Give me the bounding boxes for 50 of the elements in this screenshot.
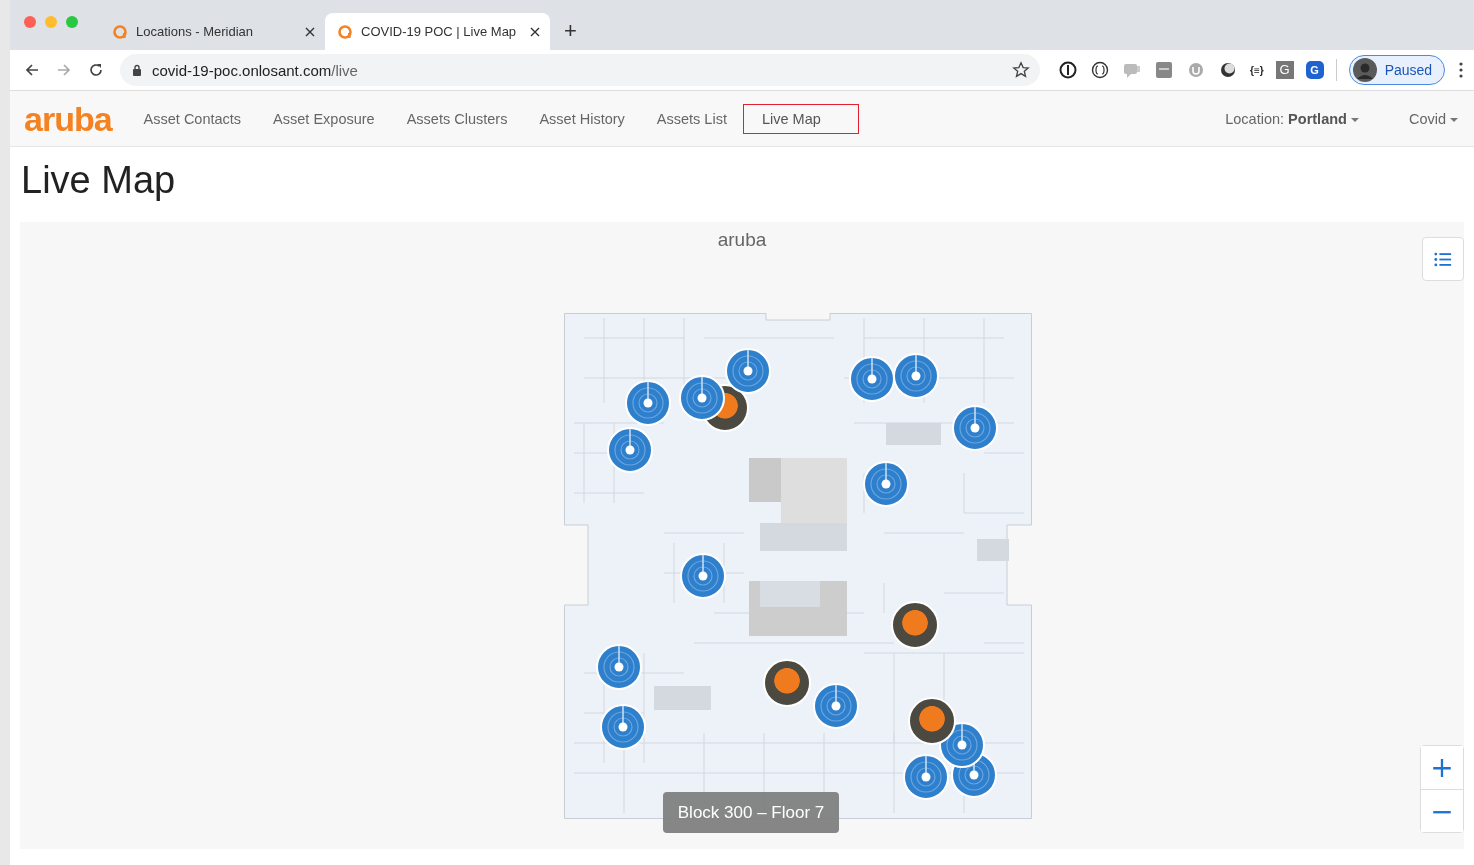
extension-icon[interactable]: {≡} [1250,64,1264,76]
extension-icon[interactable] [1218,60,1238,80]
back-arrow-icon[interactable] [24,62,40,78]
page-title: Live Map [21,159,177,203]
favicon-icon [337,23,353,40]
list-icon [1434,251,1452,267]
user-dropdown[interactable]: Covid [1408,110,1458,127]
map-logo: aruba [717,229,767,250]
extension-icon[interactable] [1058,60,1078,80]
beacon-marker[interactable] [678,374,726,422]
extension-icon[interactable]: G [1275,61,1294,79]
nav-link[interactable]: Asset Contacts [127,103,258,134]
nav-link[interactable]: Live Map [742,103,859,134]
nav-link[interactable]: Assets Clusters [390,103,524,134]
beacon-marker[interactable] [624,379,672,427]
beacon-marker[interactable] [951,404,999,452]
beacon-marker[interactable] [848,355,896,403]
nav-link[interactable]: Assets List [640,103,743,134]
close-icon[interactable] [305,26,315,37]
beacon-marker[interactable] [595,643,643,691]
beacon-marker[interactable] [902,753,950,801]
browser-tab[interactable]: Locations - Meridian [100,13,325,50]
list-button[interactable] [1422,237,1464,281]
beacon-marker[interactable] [862,460,910,508]
new-tab-button[interactable]: + [564,18,577,44]
zoom-out-button[interactable]: − [1421,789,1463,832]
address-bar[interactable]: covid-19-poc.onlosant.com/live [120,54,1040,86]
beacon-marker[interactable] [812,682,860,730]
forward-arrow-icon[interactable] [56,62,72,78]
location-dropdown[interactable]: Location: Portland [1225,110,1359,127]
nav-link[interactable]: Asset Exposure [257,103,391,134]
lock-icon [132,64,142,76]
reload-icon[interactable] [88,62,104,78]
close-window-button[interactable] [24,16,36,28]
profile-button[interactable]: Paused [1348,55,1446,85]
beacon-marker[interactable] [679,552,727,600]
extension-icon[interactable] [1090,60,1110,80]
beacon-marker[interactable] [599,703,647,751]
extension-icon[interactable]: G [1305,61,1324,79]
close-icon[interactable] [530,26,540,37]
nav-link[interactable]: Asset History [523,103,641,134]
beacon-marker[interactable] [724,347,772,395]
beacon-marker[interactable] [892,352,940,400]
browser-tab[interactable]: COVID-19 POC | Live Map [325,13,550,50]
beacon-marker[interactable] [606,426,654,474]
floor-label: Block 300 – Floor 7 [663,792,839,833]
more-icon[interactable] [1459,62,1464,78]
star-icon[interactable] [1012,61,1030,79]
avatar-icon [1352,58,1377,82]
favicon-icon [112,23,128,40]
